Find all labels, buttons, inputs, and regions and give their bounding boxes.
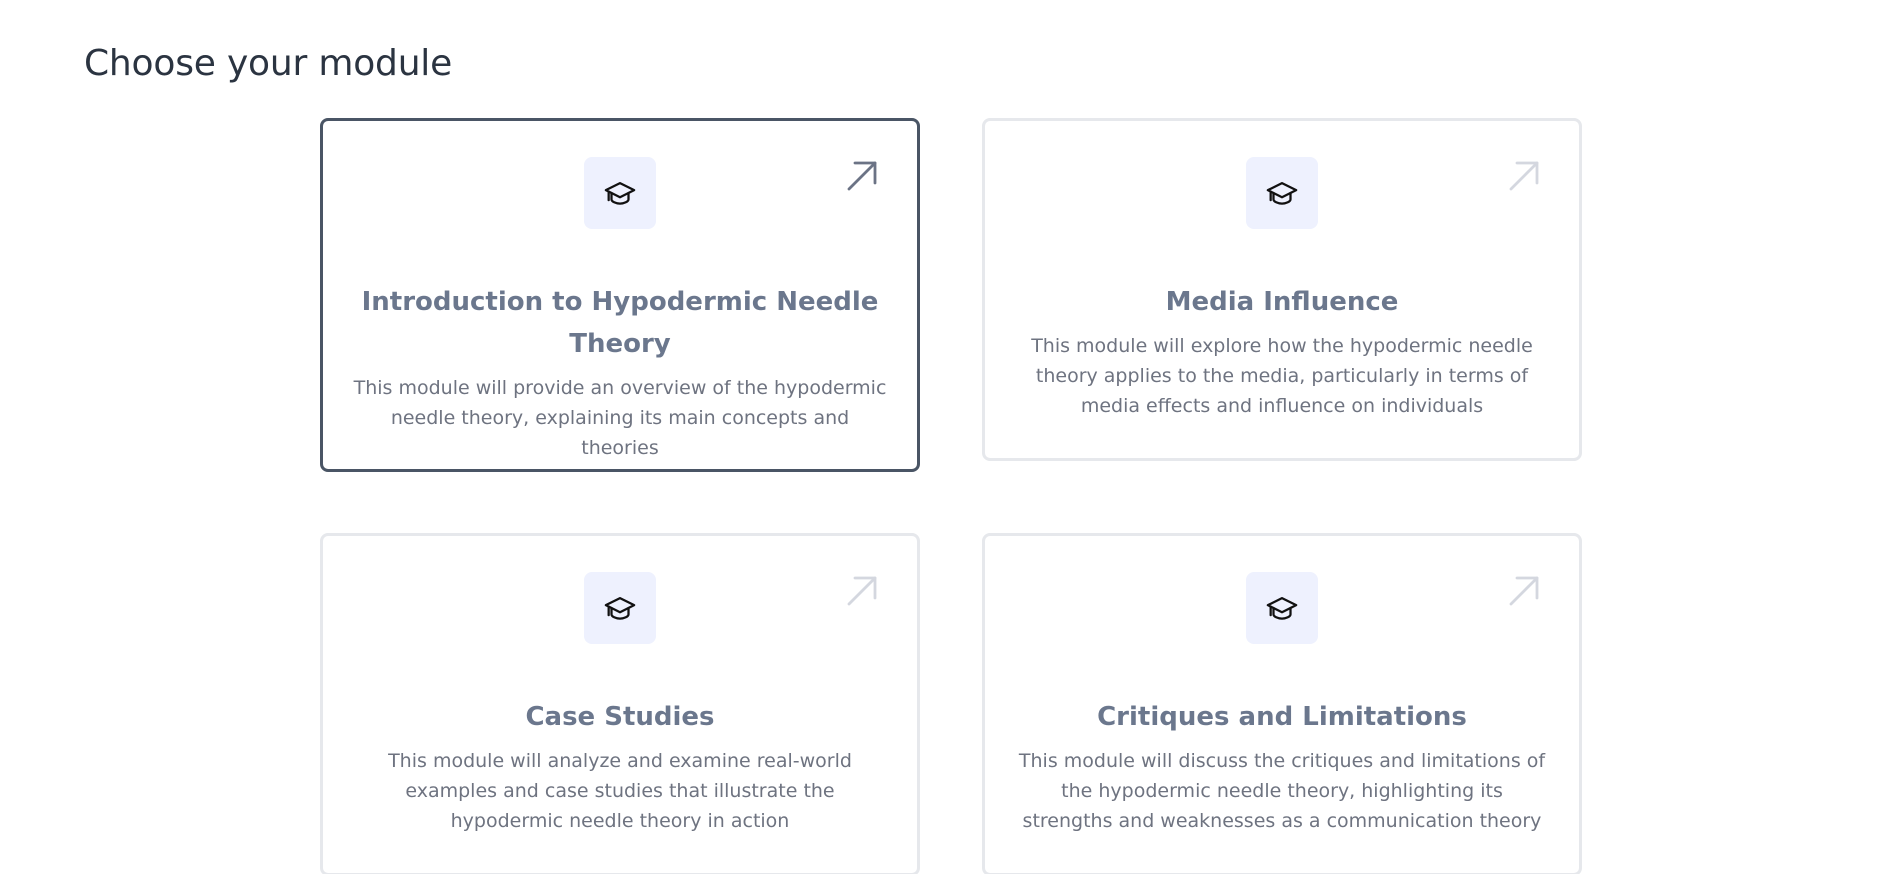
module-picker-page: Choose your module Introduction to Hypod… xyxy=(0,0,1894,874)
module-title: Case Studies xyxy=(525,702,715,732)
module-icon-container xyxy=(1246,572,1318,644)
module-icon-container xyxy=(1246,157,1318,229)
arrow-up-right-icon xyxy=(845,159,879,193)
graduation-cap-icon xyxy=(1265,591,1299,625)
page-title: Choose your module xyxy=(84,43,453,84)
arrow-up-right-icon xyxy=(1507,574,1541,608)
module-description: This module will discuss the critiques a… xyxy=(1018,750,1546,832)
module-description: This module will provide an overview of … xyxy=(353,377,887,459)
module-card-critiques[interactable]: Critiques and Limitations This module wi… xyxy=(982,533,1582,874)
module-card-case-studies[interactable]: Case Studies This module will analyze an… xyxy=(320,533,920,874)
module-title: Media Influence xyxy=(1165,287,1399,317)
module-icon-container xyxy=(584,572,656,644)
arrow-up-right-icon xyxy=(845,574,879,608)
arrow-up-right-icon xyxy=(1507,159,1541,193)
graduation-cap-icon xyxy=(1265,176,1299,210)
module-icon-container xyxy=(584,157,656,229)
graduation-cap-icon xyxy=(603,591,637,625)
module-title: Introduction to Hypodermic Needle Theory xyxy=(361,287,879,359)
graduation-cap-icon xyxy=(603,176,637,210)
module-description: This module will explore how the hypoder… xyxy=(1031,335,1533,417)
module-description: This module will analyze and examine rea… xyxy=(388,750,852,832)
module-title: Critiques and Limitations xyxy=(1097,702,1467,732)
module-card-media-influence[interactable]: Media Influence This module will explore… xyxy=(982,118,1582,461)
module-card-introduction[interactable]: Introduction to Hypodermic Needle Theory… xyxy=(320,118,920,472)
